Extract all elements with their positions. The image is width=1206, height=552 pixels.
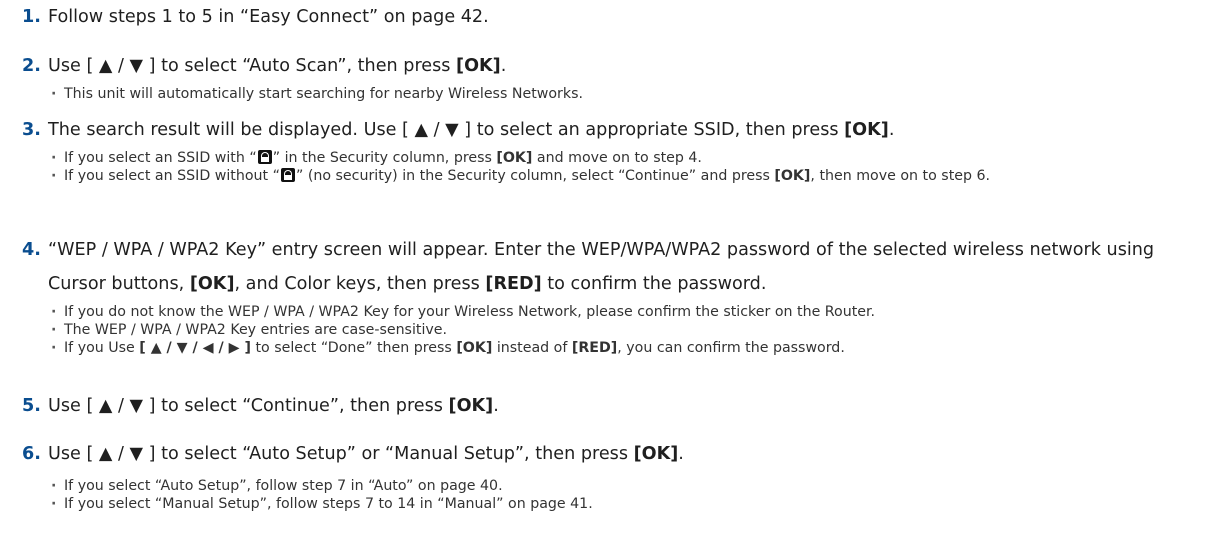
step-notes: This unit will automatically start searc… — [48, 85, 1198, 103]
cursor-keys: [ ▲ / ▼ / ◀ / ▶ ] — [139, 340, 251, 356]
ok-key: [OK] — [189, 274, 235, 294]
step-text: Use [ ▲ / ▼ ] to select “Auto Setup” or … — [48, 444, 684, 464]
step-text: Use [ ▲ / ▼ ] to select “Auto Scan”, the… — [48, 56, 507, 76]
instruction-page: 1. Follow steps 1 to 5 in “Easy Connect”… — [0, 0, 1206, 552]
step-number: 2. — [22, 56, 41, 76]
note-item: If you select “Auto Setup”, follow step … — [48, 477, 1198, 495]
ok-key: [OK] — [496, 150, 533, 166]
red-key: [RED] — [571, 340, 618, 356]
note-item: If you select “Manual Setup”, follow ste… — [48, 495, 1198, 513]
ok-key: [OK] — [456, 56, 501, 76]
red-key: [RED] — [485, 274, 542, 294]
step-text: Use [ ▲ / ▼ ] to select “Continue”, then… — [48, 396, 499, 416]
ok-key: [OK] — [844, 120, 889, 140]
note-item: If you select an SSID with “” in the Sec… — [48, 149, 1198, 167]
step-text: “WEP / WPA / WPA2 Key” entry screen will… — [48, 240, 1155, 294]
ok-key: [OK] — [633, 444, 679, 464]
step-text: Follow steps 1 to 5 in “Easy Connect” on… — [48, 7, 489, 27]
lock-icon — [280, 168, 295, 182]
step-4: 4. “WEP / WPA / WPA2 Key” entry screen w… — [0, 233, 1206, 357]
note-item: If you select an SSID without “” (no sec… — [48, 167, 1198, 185]
step-notes: If you do not know the WEP / WPA / WPA2 … — [48, 303, 1198, 357]
step-text: The search result will be displayed. Use… — [48, 120, 895, 140]
step-number: 1. — [22, 7, 41, 27]
step-number: 6. — [22, 444, 41, 464]
note-item: If you Use [ ▲ / ▼ / ◀ / ▶ ] to select “… — [48, 339, 1198, 357]
ok-key: [OK] — [456, 340, 493, 356]
note-item: The WEP / WPA / WPA2 Key entries are cas… — [48, 321, 1198, 339]
step-number: 4. — [22, 240, 41, 260]
step-notes: If you select an SSID with “” in the Sec… — [48, 149, 1198, 185]
ok-key: [OK] — [774, 168, 811, 184]
note-item: If you do not know the WEP / WPA / WPA2 … — [48, 303, 1198, 321]
ok-key: [OK] — [448, 396, 494, 416]
step-number: 5. — [22, 396, 41, 416]
step-notes: If you select “Auto Setup”, follow step … — [48, 477, 1198, 513]
lock-icon — [257, 150, 272, 164]
note-item: This unit will automatically start searc… — [48, 85, 1198, 103]
step-number: 3. — [22, 120, 41, 140]
